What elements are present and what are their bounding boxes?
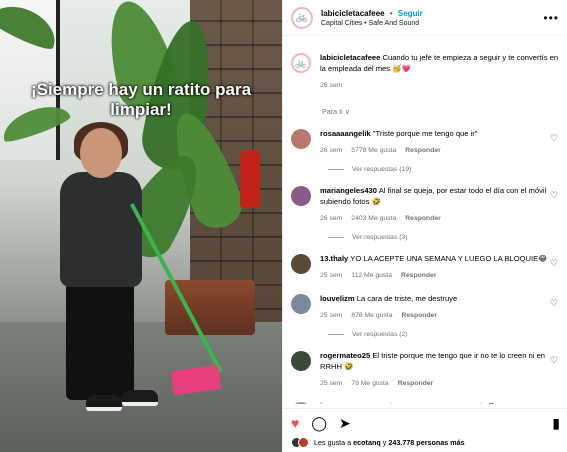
comment-username[interactable]: jesus_orozco222 bbox=[320, 402, 381, 404]
comment-username[interactable]: rosaaaangelik bbox=[320, 129, 371, 138]
bicycle-avatar-icon[interactable]: 🚲 bbox=[291, 53, 311, 73]
view-replies-button[interactable]: Ver respuestas (2) bbox=[328, 331, 560, 338]
follow-button[interactable]: Seguir bbox=[398, 9, 423, 18]
comments-list[interactable]: 🚲 labicicletacafeee Cuando tu jefe te em… bbox=[283, 40, 567, 404]
caption-body: labicicletacafeee Cuando tu jefe te empi… bbox=[320, 52, 560, 91]
comment-body: mariangeles430 Al final se queja, por es… bbox=[320, 185, 560, 224]
shoe bbox=[86, 395, 122, 411]
comment-body: 13.thaly YO LA ACEPTE UNA SEMANA Y LUEGO… bbox=[320, 253, 560, 281]
comment-meta: 25 sem 79 Me gusta Responder bbox=[320, 378, 560, 389]
likes-count[interactable]: 243.778 personas más bbox=[388, 438, 464, 447]
header-meta: labicicletacafeee • Seguir Capital Citie… bbox=[321, 9, 543, 27]
person-body bbox=[60, 172, 142, 287]
comment-item: rosaaaangelik "Triste porque me tengo qu… bbox=[291, 128, 560, 156]
commenter-avatar[interactable] bbox=[291, 402, 311, 404]
commenter-avatar[interactable] bbox=[291, 129, 311, 149]
for-you-filter[interactable]: Para ti ∨ bbox=[322, 107, 560, 116]
caption-username[interactable]: labicicletacafeee bbox=[320, 53, 380, 62]
comment-time: 26 sem bbox=[320, 147, 343, 154]
reply-button[interactable]: Responder bbox=[405, 215, 441, 222]
instagram-post: ¡Siempre hay un ratito para limpiar! 🚲 l… bbox=[0, 0, 567, 452]
comment-text: YO LA ACEPTE UNA SEMANA Y LUEGO LA BLOQU… bbox=[350, 254, 548, 263]
view-replies-button[interactable]: Ver respuestas (3) bbox=[328, 234, 560, 241]
comment-text: "Triste porque me tengo que ir" bbox=[372, 129, 478, 138]
comment-heart-icon[interactable]: ♡ bbox=[550, 258, 558, 269]
comment-heart-icon[interactable]: ♡ bbox=[550, 298, 558, 309]
comment-item: jesus_orozco222 Triste por que me tengo … bbox=[291, 401, 560, 404]
liker-avatar bbox=[298, 437, 309, 448]
comment-time: 26 sem bbox=[320, 215, 343, 222]
comment-meta: 26 sem 2403 Me gusta Responder bbox=[320, 213, 560, 224]
reply-button[interactable]: Responder bbox=[398, 380, 434, 387]
comment-heart-icon[interactable]: ♡ bbox=[550, 133, 558, 144]
share-icon[interactable]: ➤ bbox=[339, 415, 351, 432]
comment-body: rosaaaangelik "Triste porque me tengo qu… bbox=[320, 128, 560, 156]
post-caption: 🚲 labicicletacafeee Cuando tu jefe te em… bbox=[291, 40, 560, 91]
comment-item: rogermateo25 El triste porque me tengo q… bbox=[291, 350, 560, 389]
comment-text: La cara de triste, me destruye bbox=[356, 294, 458, 303]
caption-time: 26 sem bbox=[320, 82, 343, 89]
header-separator: • bbox=[389, 8, 393, 18]
likes-connector: y bbox=[382, 438, 387, 447]
comment-body: rogermateo25 El triste porque me tengo q… bbox=[320, 350, 560, 389]
likes-user[interactable]: ecotanq bbox=[353, 438, 381, 447]
comment-heart-icon[interactable]: ♡ bbox=[550, 355, 558, 366]
shoe bbox=[122, 390, 158, 406]
comment-item: louvelizm La cara de triste, me destruye… bbox=[291, 293, 560, 321]
comment-time: 25 sem bbox=[320, 272, 343, 279]
comment-meta: 25 sem 112 Me gusta Responder bbox=[320, 270, 560, 281]
person-legs bbox=[66, 282, 134, 400]
comment-body: louvelizm La cara de triste, me destruye… bbox=[320, 293, 560, 321]
comment-meta: 26 sem 5778 Me gusta Responder bbox=[320, 145, 560, 156]
reply-button[interactable]: Responder bbox=[401, 272, 437, 279]
video-caption-overlay: ¡Siempre hay un ratito para limpiar! bbox=[30, 80, 252, 119]
comment-username[interactable]: louvelizm bbox=[320, 294, 355, 303]
action-bar: ♥ ◯ ➤ ▮ Les gusta a ecotanq y 243.778 pe… bbox=[283, 408, 567, 452]
comment-icon[interactable]: ◯ bbox=[311, 415, 327, 432]
person-head bbox=[80, 128, 122, 178]
likes-prefix: Les gusta a bbox=[314, 438, 352, 447]
like-heart-icon[interactable]: ♥ bbox=[291, 415, 299, 431]
reply-button[interactable]: Responder bbox=[405, 147, 441, 154]
comment-text: Triste por que me tengo que ir 😂 bbox=[383, 402, 495, 404]
audio-track[interactable]: Capital Cities • Safe And Sound bbox=[321, 20, 543, 27]
comment-username[interactable]: rogermateo25 bbox=[320, 351, 370, 360]
reply-button[interactable]: Responder bbox=[401, 312, 437, 319]
view-replies-button[interactable]: Ver respuestas (19) bbox=[328, 166, 560, 173]
commenter-avatar[interactable] bbox=[291, 186, 311, 206]
commenter-avatar[interactable] bbox=[291, 254, 311, 274]
more-options-icon[interactable]: ••• bbox=[543, 11, 559, 25]
bicycle-avatar-icon[interactable]: 🚲 bbox=[291, 6, 313, 29]
comment-item: 13.thaly YO LA ACEPTE UNA SEMANA Y LUEGO… bbox=[291, 253, 560, 281]
comment-username[interactable]: mariangeles430 bbox=[320, 186, 377, 195]
likes-summary: Les gusta a ecotanq y 243.778 personas m… bbox=[291, 437, 560, 448]
comment-likes[interactable]: 878 Me gusta bbox=[351, 312, 392, 319]
comment-time: 25 sem bbox=[320, 380, 343, 387]
comment-likes[interactable]: 112 Me gusta bbox=[351, 272, 392, 279]
comment-meta: 25 sem 878 Me gusta Responder bbox=[320, 310, 560, 321]
post-header: 🚲 labicicletacafeee • Seguir Capital Cit… bbox=[283, 0, 567, 36]
floor bbox=[0, 322, 282, 452]
comment-heart-icon[interactable]: ♡ bbox=[550, 190, 558, 201]
comment-time: 25 sem bbox=[320, 312, 343, 319]
comment-likes[interactable]: 5778 Me gusta bbox=[351, 147, 396, 154]
header-username[interactable]: labicicletacafeee bbox=[321, 9, 385, 18]
post-side-panel: 🚲 labicicletacafeee • Seguir Capital Cit… bbox=[282, 0, 567, 452]
action-icons: ♥ ◯ ➤ ▮ bbox=[291, 415, 560, 432]
fire-extinguisher bbox=[240, 150, 260, 208]
commenter-avatar[interactable] bbox=[291, 294, 311, 314]
comment-item: mariangeles430 Al final se queja, por es… bbox=[291, 185, 560, 224]
caption-meta: 26 sem bbox=[320, 80, 560, 91]
comment-likes[interactable]: 79 Me gusta bbox=[351, 380, 388, 387]
comment-body: jesus_orozco222 Triste por que me tengo … bbox=[320, 401, 560, 404]
bookmark-icon[interactable]: ▮ bbox=[552, 415, 560, 432]
comment-container: rosaaaangelik "Triste porque me tengo qu… bbox=[291, 128, 560, 404]
commenter-avatar[interactable] bbox=[291, 351, 311, 371]
comment-username[interactable]: 13.thaly bbox=[320, 254, 348, 263]
comment-likes[interactable]: 2403 Me gusta bbox=[351, 215, 396, 222]
post-video[interactable]: ¡Siempre hay un ratito para limpiar! bbox=[0, 0, 282, 452]
header-row: labicicletacafeee • Seguir bbox=[321, 9, 543, 18]
